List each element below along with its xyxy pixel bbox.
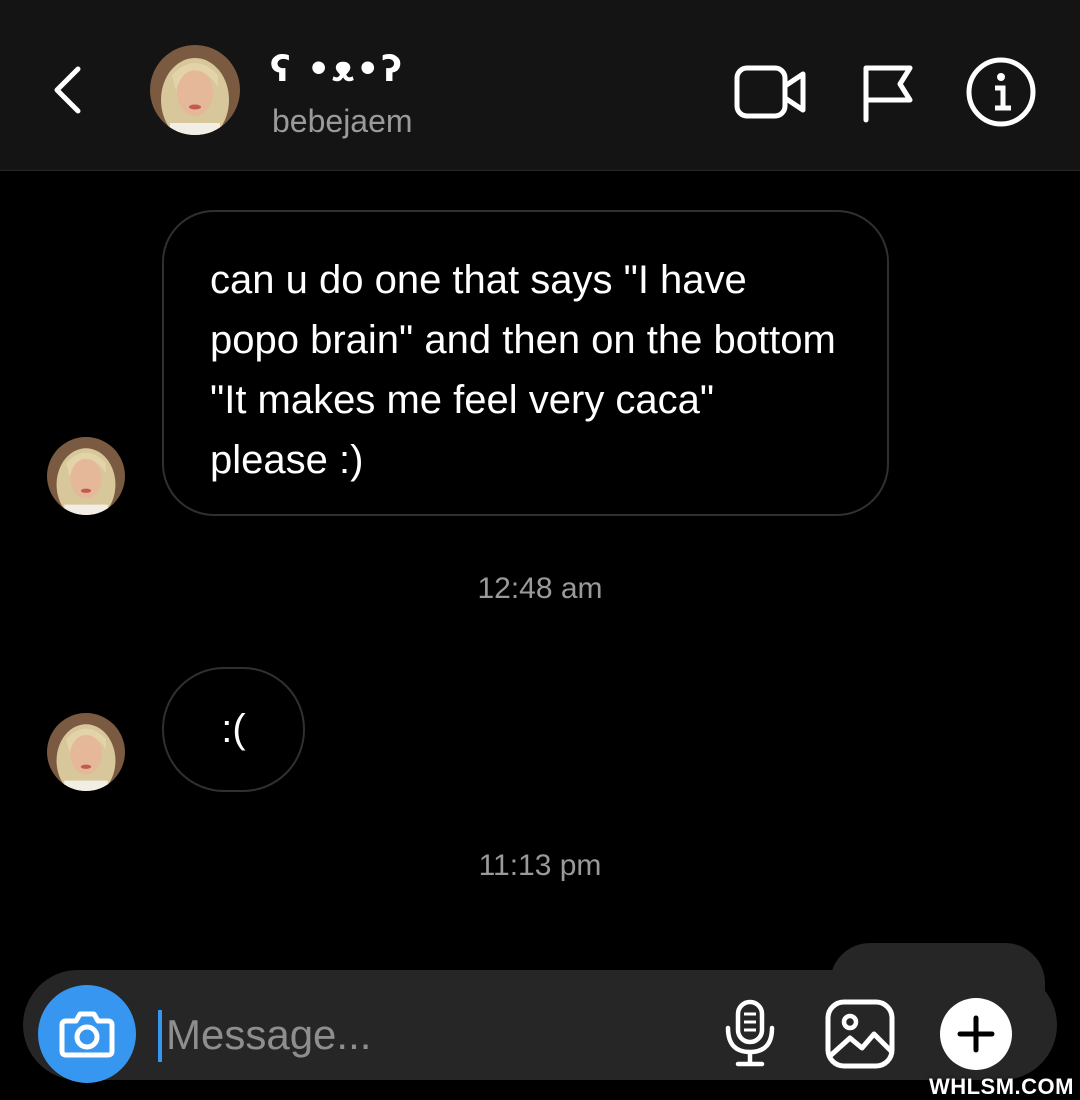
info-icon	[966, 57, 1036, 127]
chat-header: ʕ •ᴥ•ʔ bebejaem	[0, 0, 1080, 171]
flag-icon	[863, 65, 913, 123]
contact-avatar[interactable]	[150, 45, 240, 135]
voice-message-button[interactable]	[722, 998, 778, 1070]
message-bubble[interactable]: :(	[162, 667, 305, 792]
image-icon	[825, 999, 895, 1069]
sender-avatar[interactable]	[47, 713, 125, 791]
sender-avatar[interactable]	[47, 437, 125, 515]
contact-username: bebejaem	[272, 103, 413, 139]
watermark: WHLSM.COM	[928, 1074, 1074, 1099]
message-bubble[interactable]: can u do one that says "I have popo brai…	[162, 210, 889, 516]
camera-icon	[59, 1011, 115, 1058]
more-options-button[interactable]	[940, 998, 1012, 1070]
video-call-button[interactable]	[733, 62, 809, 122]
video-camera-icon	[734, 65, 806, 119]
message-timestamp: 11:13 pm	[478, 849, 602, 882]
camera-button[interactable]	[38, 985, 136, 1083]
report-flag-button[interactable]	[858, 60, 918, 124]
message-timestamp: 12:48 am	[477, 572, 603, 605]
microphone-icon	[725, 999, 775, 1067]
back-button[interactable]	[40, 55, 100, 125]
plus-icon	[957, 1015, 995, 1053]
contact-display-name: ʕ •ᴥ•ʔ	[270, 49, 404, 90]
message-input[interactable]	[166, 1005, 686, 1065]
gallery-button[interactable]	[824, 998, 896, 1070]
text-cursor	[158, 1010, 162, 1062]
conversation-info-button[interactable]	[965, 56, 1037, 128]
chevron-left-icon	[54, 66, 81, 114]
